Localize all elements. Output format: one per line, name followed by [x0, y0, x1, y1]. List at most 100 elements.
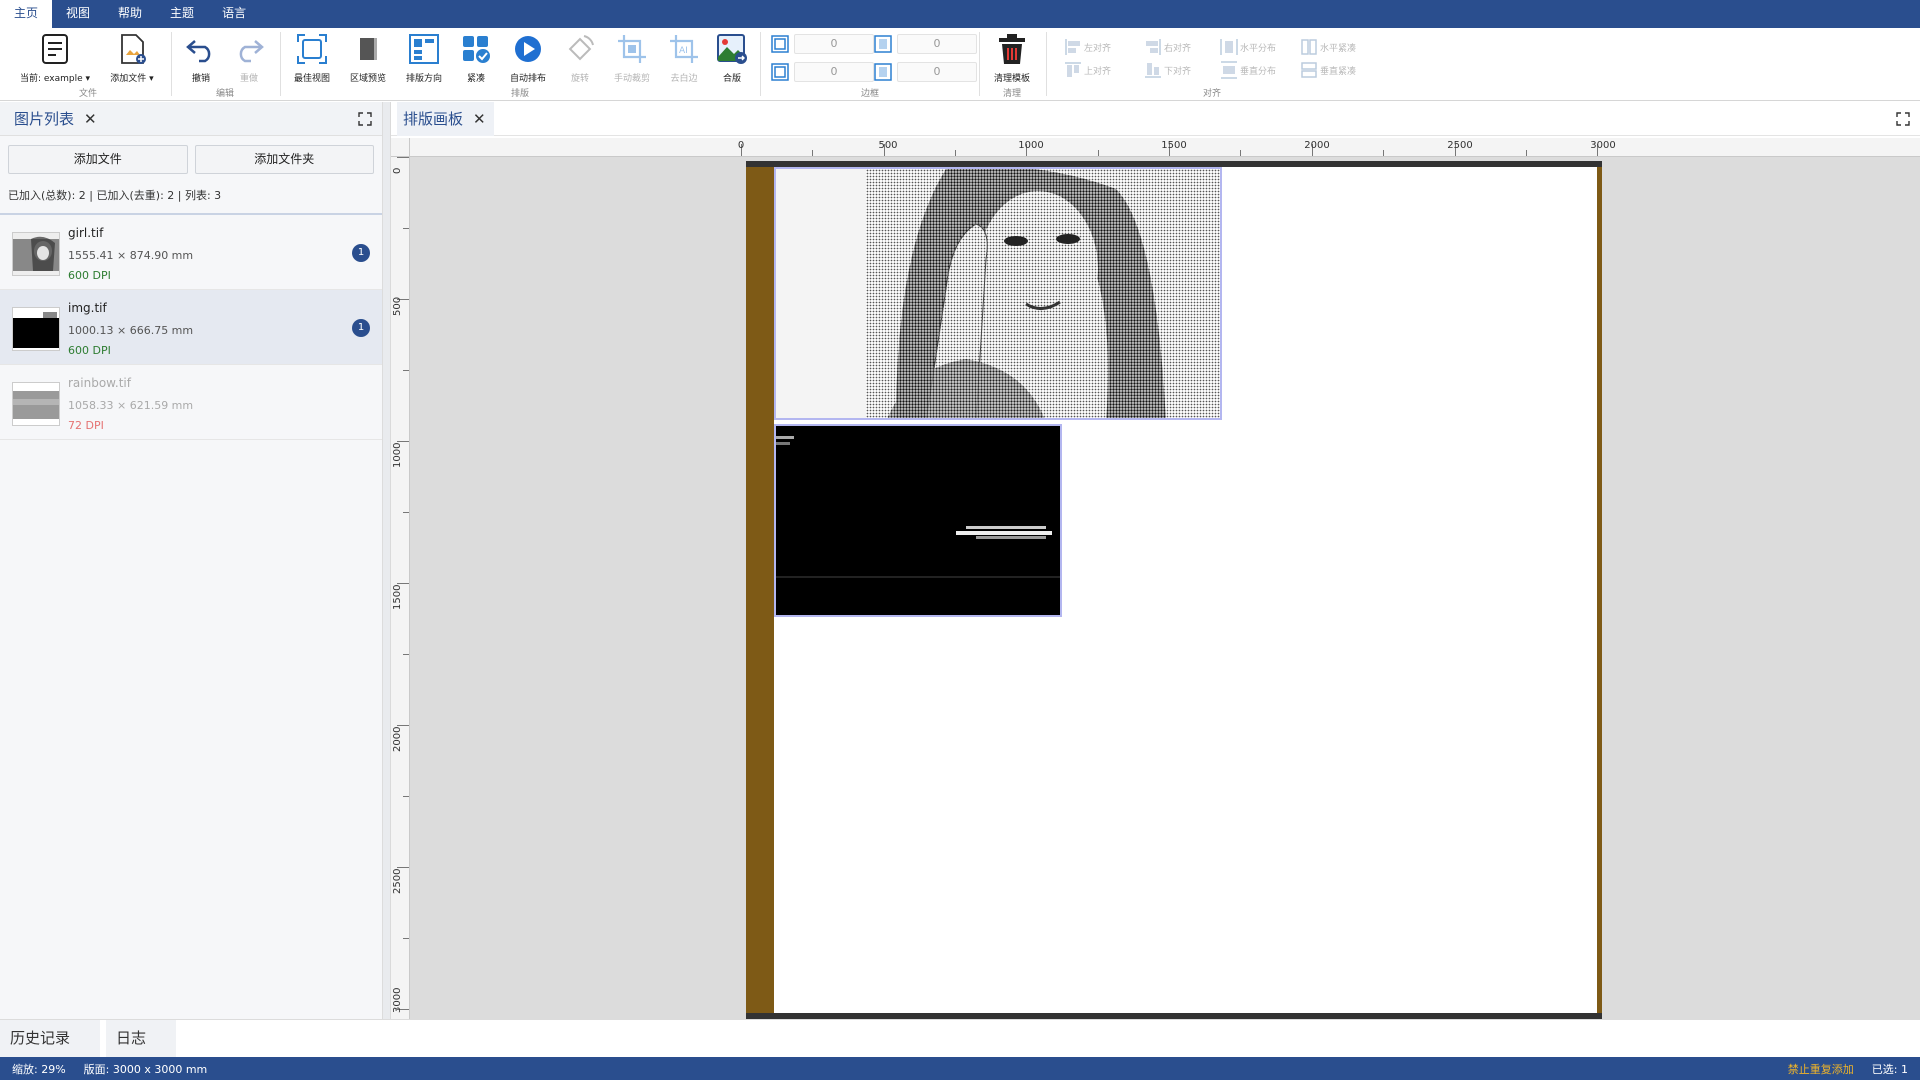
merge-button[interactable]: 合版 — [707, 32, 757, 84]
close-icon[interactable]: ✕ — [84, 110, 97, 128]
placed-image-girl[interactable] — [774, 167, 1222, 420]
file-size: 1000.13 × 666.75 mm — [68, 324, 194, 337]
align-bottom-button[interactable]: 下对齐 — [1144, 61, 1191, 79]
tab-layout-canvas[interactable]: 排版画板 ✕ — [397, 101, 494, 136]
placed-image-img[interactable] — [774, 424, 1062, 617]
ruler-label: 500 — [878, 140, 898, 151]
layout-group-label: 排版 — [510, 89, 530, 99]
menu-tab-language[interactable]: 语言 — [208, 0, 260, 28]
ruler-tick — [397, 157, 409, 158]
manual-crop-button[interactable]: 手动裁剪 — [607, 32, 657, 84]
tab-history[interactable]: 历史记录 — [0, 1020, 100, 1057]
redo-label: 重做 — [239, 74, 258, 84]
file-dpi: 600 DPI — [68, 344, 111, 357]
auto-arrange-button[interactable]: 自动排布 — [503, 32, 553, 84]
align-bottom-icon — [1145, 63, 1161, 78]
ribbon-separator — [760, 32, 761, 96]
menu-tab-view[interactable]: 视图 — [52, 0, 104, 28]
best-view-button[interactable]: 最佳视图 — [287, 32, 337, 84]
list-item[interactable]: img.tif 1000.13 × 666.75 mm 600 DPI 1 — [0, 290, 382, 365]
add-file-button[interactable]: 添加文件 — [8, 145, 188, 174]
ribbon-separator — [171, 32, 172, 96]
layout-direction-icon — [407, 32, 441, 66]
clean-template-button[interactable]: 清理模板 — [986, 32, 1038, 84]
ribbon-separator — [280, 32, 281, 96]
file-name: img.tif — [68, 301, 107, 315]
ruler-tick — [1098, 150, 1099, 156]
sheet-margin-bar — [746, 167, 774, 1013]
margin-right-input[interactable]: 0 — [897, 34, 977, 54]
region-preview-button[interactable]: 区域预览 — [343, 32, 393, 84]
file-size: 1058.33 × 621.59 mm — [68, 399, 194, 412]
file-dpi: 72 DPI — [68, 419, 104, 432]
margin-bottom-input[interactable]: 0 — [794, 62, 874, 82]
ruler-tick — [1240, 150, 1241, 156]
ruler-label: 0 — [737, 140, 745, 151]
h-distribute-icon — [1220, 39, 1238, 55]
status-bar: 缩放: 29% 版面: 3000 x 3000 mm 禁止重复添加 已选: 1 — [0, 1057, 1920, 1080]
no-duplicate-status[interactable]: 禁止重复添加 — [1788, 1061, 1854, 1077]
image-list-stats: 已加入(总数): 2 | 已加入(去重): 2 | 列表: 3 — [0, 183, 382, 215]
align-top-label: 上对齐 — [1084, 66, 1112, 77]
region-preview-icon — [351, 32, 385, 66]
v-distribute-label: 垂直分布 — [1240, 66, 1277, 77]
h-compact-icon — [1301, 39, 1317, 55]
merge-label: 合版 — [722, 74, 741, 84]
vertical-ruler: 0 500 1000 1500 2000 2500 3000 — [391, 138, 410, 1019]
current-template-button[interactable]: 当前: example ▾ — [20, 32, 90, 84]
align-left-label: 左对齐 — [1084, 43, 1112, 54]
margin-bottom-icon — [770, 62, 790, 82]
sheet-size-status: 版面: 3000 x 3000 mm — [83, 1062, 208, 1076]
redo-button[interactable]: 重做 — [224, 32, 274, 84]
rotate-icon — [563, 32, 597, 66]
compact-button[interactable]: 紧凑 — [451, 32, 501, 84]
margin-right-row: 0 — [873, 34, 977, 54]
margin-bottom-row: 0 — [770, 62, 874, 82]
canvas-title: 排版画板 — [403, 110, 464, 128]
h-compact-button[interactable]: 水平紧凑 — [1300, 38, 1356, 56]
undo-label: 撤销 — [191, 74, 210, 84]
layout-sheet[interactable] — [746, 161, 1602, 1019]
expand-icon[interactable] — [1896, 112, 1910, 126]
undo-button[interactable]: 撤销 — [176, 32, 226, 84]
count-badge: 1 — [352, 319, 370, 337]
menu-tab-home[interactable]: 主页 — [0, 0, 53, 28]
panel-splitter[interactable] — [383, 102, 391, 1019]
align-right-button[interactable]: 右对齐 — [1144, 38, 1191, 56]
align-left-button[interactable]: 左对齐 — [1064, 38, 1111, 56]
add-folder-button[interactable]: 添加文件夹 — [194, 145, 374, 174]
v-compact-button[interactable]: 垂直紧凑 — [1300, 61, 1356, 79]
canvas-work-area[interactable] — [410, 157, 1920, 1019]
close-icon[interactable]: ✕ — [473, 110, 486, 128]
compact-icon — [459, 32, 493, 66]
layout-direction-button[interactable]: 排版方向 — [399, 32, 449, 84]
h-distribute-button[interactable]: 水平分布 — [1220, 38, 1276, 56]
ruler-label: 1500 — [1161, 140, 1187, 151]
ruler-tick — [403, 370, 409, 371]
align-top-button[interactable]: 上对齐 — [1064, 61, 1111, 79]
list-item[interactable]: rainbow.tif 1058.33 × 621.59 mm 72 DPI — [0, 365, 382, 440]
tab-log[interactable]: 日志 — [106, 1020, 176, 1057]
list-item[interactable]: girl.tif 1555.41 × 874.90 mm 600 DPI 1 — [0, 215, 382, 290]
ruler-label: 1500 — [392, 584, 403, 610]
ribbon-separator — [1046, 32, 1047, 96]
image-list-actions: 添加文件 添加文件夹 — [0, 136, 382, 183]
v-distribute-button[interactable]: 垂直分布 — [1220, 61, 1276, 79]
add-file-menu-label: 添加文件 ▾ — [110, 74, 154, 84]
trim-white-button[interactable]: AI 去白边 — [659, 32, 709, 84]
ruler-label: 3000 — [1590, 140, 1616, 151]
file-dpi: 600 DPI — [68, 269, 111, 282]
align-group-label: 对齐 — [1202, 89, 1222, 99]
menu-tab-help[interactable]: 帮助 — [104, 0, 156, 28]
file-name: girl.tif — [68, 226, 104, 240]
rotate-button[interactable]: 旋转 — [555, 32, 605, 84]
clean-group-label: 清理 — [1002, 89, 1022, 99]
expand-icon[interactable] — [358, 111, 372, 126]
margin-left-input[interactable]: 0 — [897, 62, 977, 82]
add-file-menu-button[interactable]: 添加文件 ▾ — [107, 32, 157, 84]
margins-group-label: 边框 — [860, 89, 880, 99]
dark-image — [776, 426, 1060, 615]
trash-icon — [995, 32, 1029, 66]
margin-top-input[interactable]: 0 — [794, 34, 874, 54]
menu-tab-theme[interactable]: 主题 — [156, 0, 208, 28]
